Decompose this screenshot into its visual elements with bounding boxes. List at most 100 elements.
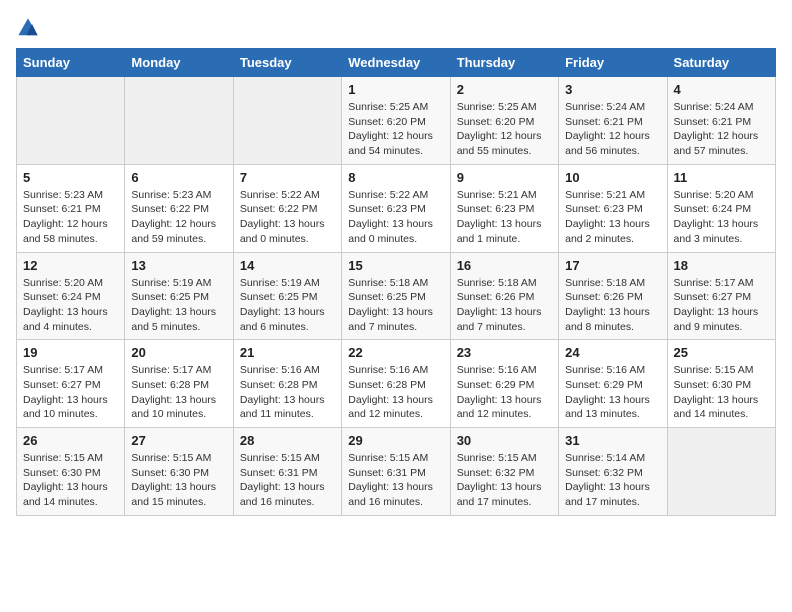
header-sunday: Sunday — [17, 49, 125, 77]
header — [16, 16, 776, 40]
day-info: Sunrise: 5:18 AM Sunset: 6:26 PM Dayligh… — [565, 276, 660, 335]
day-number: 9 — [457, 170, 552, 185]
day-number: 18 — [674, 258, 769, 273]
calendar-cell: 24 Sunrise: 5:16 AM Sunset: 6:29 PM Dayli… — [559, 340, 667, 428]
day-number: 17 — [565, 258, 660, 273]
calendar-cell: 3 Sunrise: 5:24 AM Sunset: 6:21 PM Daylig… — [559, 77, 667, 165]
day-info: Sunrise: 5:19 AM Sunset: 6:25 PM Dayligh… — [131, 276, 226, 335]
header-friday: Friday — [559, 49, 667, 77]
day-number: 22 — [348, 345, 443, 360]
calendar-cell: 13 Sunrise: 5:19 AM Sunset: 6:25 PM Dayli… — [125, 252, 233, 340]
day-number: 24 — [565, 345, 660, 360]
day-info: Sunrise: 5:18 AM Sunset: 6:25 PM Dayligh… — [348, 276, 443, 335]
calendar-cell: 6 Sunrise: 5:23 AM Sunset: 6:22 PM Daylig… — [125, 164, 233, 252]
day-info: Sunrise: 5:15 AM Sunset: 6:32 PM Dayligh… — [457, 451, 552, 510]
calendar-cell: 31 Sunrise: 5:14 AM Sunset: 6:32 PM Dayli… — [559, 428, 667, 516]
calendar-week-row: 12 Sunrise: 5:20 AM Sunset: 6:24 PM Dayli… — [17, 252, 776, 340]
day-info: Sunrise: 5:20 AM Sunset: 6:24 PM Dayligh… — [674, 188, 769, 247]
day-number: 2 — [457, 82, 552, 97]
day-info: Sunrise: 5:15 AM Sunset: 6:30 PM Dayligh… — [23, 451, 118, 510]
day-info: Sunrise: 5:25 AM Sunset: 6:20 PM Dayligh… — [348, 100, 443, 159]
logo-icon — [16, 16, 40, 40]
day-info: Sunrise: 5:24 AM Sunset: 6:21 PM Dayligh… — [565, 100, 660, 159]
calendar-week-row: 19 Sunrise: 5:17 AM Sunset: 6:27 PM Dayli… — [17, 340, 776, 428]
header-wednesday: Wednesday — [342, 49, 450, 77]
calendar-cell: 26Sunrise: 5:15 AM Sunset: 6:30 PM Dayli… — [17, 428, 125, 516]
calendar-cell: 21 Sunrise: 5:16 AM Sunset: 6:28 PM Dayli… — [233, 340, 341, 428]
calendar-cell: 7 Sunrise: 5:22 AM Sunset: 6:22 PM Daylig… — [233, 164, 341, 252]
calendar-cell: 8 Sunrise: 5:22 AM Sunset: 6:23 PM Daylig… — [342, 164, 450, 252]
calendar-cell — [125, 77, 233, 165]
day-number: 1 — [348, 82, 443, 97]
day-number: 7 — [240, 170, 335, 185]
header-thursday: Thursday — [450, 49, 558, 77]
calendar-cell: 29 Sunrise: 5:15 AM Sunset: 6:31 PM Dayli… — [342, 428, 450, 516]
day-info: Sunrise: 5:21 AM Sunset: 6:23 PM Dayligh… — [565, 188, 660, 247]
day-info: Sunrise: 5:15 AM Sunset: 6:31 PM Dayligh… — [348, 451, 443, 510]
calendar-cell: 4Sunrise: 5:24 AM Sunset: 6:21 PM Daylig… — [667, 77, 775, 165]
day-info: Sunrise: 5:22 AM Sunset: 6:23 PM Dayligh… — [348, 188, 443, 247]
day-number: 19 — [23, 345, 118, 360]
header-monday: Monday — [125, 49, 233, 77]
calendar-cell: 12 Sunrise: 5:20 AM Sunset: 6:24 PM Dayli… — [17, 252, 125, 340]
day-number: 11 — [674, 170, 769, 185]
day-info: Sunrise: 5:20 AM Sunset: 6:24 PM Dayligh… — [23, 276, 118, 335]
day-info: Sunrise: 5:24 AM Sunset: 6:21 PM Dayligh… — [674, 100, 769, 159]
calendar-cell: 14 Sunrise: 5:19 AM Sunset: 6:25 PM Dayli… — [233, 252, 341, 340]
calendar-table: SundayMondayTuesdayWednesdayThursdayFrid… — [16, 48, 776, 516]
day-info: Sunrise: 5:23 AM Sunset: 6:21 PM Dayligh… — [23, 188, 118, 247]
day-info: Sunrise: 5:16 AM Sunset: 6:29 PM Dayligh… — [565, 363, 660, 422]
day-info: Sunrise: 5:15 AM Sunset: 6:30 PM Dayligh… — [674, 363, 769, 422]
day-number: 15 — [348, 258, 443, 273]
calendar-cell — [17, 77, 125, 165]
calendar-cell: 22 Sunrise: 5:16 AM Sunset: 6:28 PM Dayli… — [342, 340, 450, 428]
calendar-cell — [233, 77, 341, 165]
day-number: 10 — [565, 170, 660, 185]
day-info: Sunrise: 5:17 AM Sunset: 6:27 PM Dayligh… — [23, 363, 118, 422]
day-number: 12 — [23, 258, 118, 273]
calendar-cell: 30 Sunrise: 5:15 AM Sunset: 6:32 PM Dayli… — [450, 428, 558, 516]
day-info: Sunrise: 5:15 AM Sunset: 6:30 PM Dayligh… — [131, 451, 226, 510]
day-number: 25 — [674, 345, 769, 360]
day-info: Sunrise: 5:16 AM Sunset: 6:28 PM Dayligh… — [348, 363, 443, 422]
day-number: 28 — [240, 433, 335, 448]
day-info: Sunrise: 5:19 AM Sunset: 6:25 PM Dayligh… — [240, 276, 335, 335]
day-info: Sunrise: 5:16 AM Sunset: 6:29 PM Dayligh… — [457, 363, 552, 422]
day-info: Sunrise: 5:23 AM Sunset: 6:22 PM Dayligh… — [131, 188, 226, 247]
logo — [16, 16, 44, 40]
calendar-cell: 25 Sunrise: 5:15 AM Sunset: 6:30 PM Dayli… — [667, 340, 775, 428]
day-info: Sunrise: 5:16 AM Sunset: 6:28 PM Dayligh… — [240, 363, 335, 422]
day-number: 14 — [240, 258, 335, 273]
header-saturday: Saturday — [667, 49, 775, 77]
calendar-cell: 20 Sunrise: 5:17 AM Sunset: 6:28 PM Dayli… — [125, 340, 233, 428]
calendar-cell: 27 Sunrise: 5:15 AM Sunset: 6:30 PM Dayli… — [125, 428, 233, 516]
day-number: 29 — [348, 433, 443, 448]
day-info: Sunrise: 5:22 AM Sunset: 6:22 PM Dayligh… — [240, 188, 335, 247]
calendar-cell: 15 Sunrise: 5:18 AM Sunset: 6:25 PM Dayli… — [342, 252, 450, 340]
day-info: Sunrise: 5:17 AM Sunset: 6:28 PM Dayligh… — [131, 363, 226, 422]
calendar-cell: 9 Sunrise: 5:21 AM Sunset: 6:23 PM Daylig… — [450, 164, 558, 252]
day-info: Sunrise: 5:14 AM Sunset: 6:32 PM Dayligh… — [565, 451, 660, 510]
day-number: 31 — [565, 433, 660, 448]
day-number: 6 — [131, 170, 226, 185]
header-tuesday: Tuesday — [233, 49, 341, 77]
calendar-week-row: 26Sunrise: 5:15 AM Sunset: 6:30 PM Dayli… — [17, 428, 776, 516]
day-number: 20 — [131, 345, 226, 360]
calendar-cell: 16Sunrise: 5:18 AM Sunset: 6:26 PM Dayli… — [450, 252, 558, 340]
day-number: 13 — [131, 258, 226, 273]
day-number: 27 — [131, 433, 226, 448]
day-number: 21 — [240, 345, 335, 360]
day-number: 30 — [457, 433, 552, 448]
calendar-cell: 10 Sunrise: 5:21 AM Sunset: 6:23 PM Dayli… — [559, 164, 667, 252]
calendar-cell — [667, 428, 775, 516]
day-number: 23 — [457, 345, 552, 360]
day-info: Sunrise: 5:21 AM Sunset: 6:23 PM Dayligh… — [457, 188, 552, 247]
day-number: 8 — [348, 170, 443, 185]
calendar-week-row: 1 Sunrise: 5:25 AM Sunset: 6:20 PM Daylig… — [17, 77, 776, 165]
calendar-cell: 11 Sunrise: 5:20 AM Sunset: 6:24 PM Dayli… — [667, 164, 775, 252]
calendar-cell: 23 Sunrise: 5:16 AM Sunset: 6:29 PM Dayli… — [450, 340, 558, 428]
day-info: Sunrise: 5:17 AM Sunset: 6:27 PM Dayligh… — [674, 276, 769, 335]
calendar-cell: 2Sunrise: 5:25 AM Sunset: 6:20 PM Daylig… — [450, 77, 558, 165]
day-number: 3 — [565, 82, 660, 97]
calendar-cell: 18 Sunrise: 5:17 AM Sunset: 6:27 PM Dayli… — [667, 252, 775, 340]
